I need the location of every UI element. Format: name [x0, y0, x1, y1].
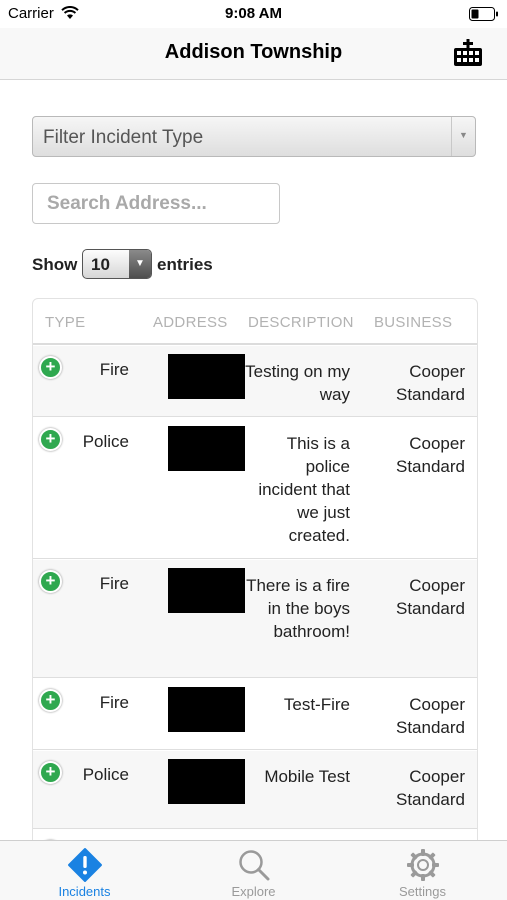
calendar-grid-icon[interactable]	[451, 36, 485, 70]
tab-settings[interactable]: Settings	[338, 841, 507, 900]
chevron-down-icon: ▼	[459, 130, 468, 140]
page-title: Addison Township	[164, 41, 343, 63]
tab-explore[interactable]: Explore	[169, 841, 338, 900]
column-header-type[interactable]: TYPE	[45, 314, 85, 331]
redacted-address	[168, 687, 245, 732]
status-bar: Carrier 9:08 AM	[0, 0, 507, 28]
tab-explore-label: Explore	[231, 884, 276, 899]
cell-business: Cooper Standard	[396, 695, 465, 737]
filter-incident-type-select[interactable]: Filter Incident Type ▼	[32, 116, 476, 157]
triangle-down-icon: ▼	[135, 258, 145, 269]
redacted-address	[168, 568, 245, 613]
cell-description: This is a police incident that we just c…	[258, 434, 350, 545]
tab-incidents-label: Incidents	[58, 884, 111, 899]
cell-business: Cooper Standard	[396, 767, 465, 809]
filter-placeholder: Filter Incident Type	[43, 127, 204, 148]
table-row[interactable]: + Police This is a police incident that …	[33, 418, 477, 559]
tab-settings-label: Settings	[399, 884, 446, 899]
search-address-input[interactable]	[32, 183, 280, 224]
cell-description: There is a fire in the boys bathroom!	[246, 576, 350, 641]
cell-type: Police	[82, 432, 129, 451]
cell-type: Police	[82, 765, 129, 784]
redacted-address	[168, 759, 245, 804]
expand-row-icon[interactable]: +	[39, 761, 62, 784]
redacted-address	[168, 354, 245, 399]
redacted-address	[168, 426, 245, 471]
table-row[interactable]: + Police Mobile Test Cooper Standard	[33, 751, 477, 829]
cell-business: Cooper Standard	[396, 362, 465, 404]
cell-business: Cooper Standard	[396, 576, 465, 618]
cell-description: Mobile Test	[264, 767, 350, 786]
entries-label: entries	[157, 255, 213, 274]
battery-icon	[469, 7, 498, 21]
entries-value: 10	[91, 255, 110, 274]
expand-row-icon[interactable]: +	[39, 428, 62, 451]
navigation-bar: Addison Township	[0, 28, 507, 80]
tab-bar: Incidents Explore Settings	[0, 840, 507, 900]
column-header-business[interactable]: BUSINESS	[374, 314, 452, 331]
table-row[interactable]: + Fire Testing on my way Cooper Standard	[33, 346, 477, 417]
gear-icon	[407, 849, 439, 881]
cell-description: Testing on my way	[245, 362, 350, 404]
column-header-description[interactable]: DESCRIPTION	[248, 314, 354, 331]
magnifier-icon	[239, 850, 270, 881]
table-row[interactable]: + Fire There is a fire in the boys bathr…	[33, 560, 477, 678]
dropdown-arrow: ▼	[451, 117, 475, 156]
expand-row-icon[interactable]: +	[39, 689, 62, 712]
column-header-address[interactable]: ADDRESS	[153, 314, 228, 331]
cell-type: Fire	[99, 574, 129, 593]
incidents-table: TYPE ADDRESS DESCRIPTION BUSINESS + Fire…	[32, 298, 478, 858]
expand-row-icon[interactable]: +	[39, 356, 62, 379]
alert-diamond-icon	[68, 848, 102, 882]
expand-row-icon[interactable]: +	[39, 570, 62, 593]
entries-dropdown-arrow: ▼	[129, 250, 151, 278]
cell-type: Fire	[99, 693, 129, 712]
show-label: Show	[32, 255, 78, 274]
entries-per-page-select[interactable]: 10 ▼	[82, 249, 152, 279]
cell-description: Test-Fire	[283, 695, 350, 714]
tab-incidents[interactable]: Incidents	[0, 841, 169, 900]
clock: 9:08 AM	[225, 5, 282, 22]
cell-type: Fire	[99, 360, 129, 379]
table-row[interactable]: + Fire Test-Fire Cooper Standard	[33, 679, 477, 750]
cell-business: Cooper Standard	[396, 434, 465, 476]
table-header: TYPE ADDRESS DESCRIPTION BUSINESS	[33, 299, 477, 345]
